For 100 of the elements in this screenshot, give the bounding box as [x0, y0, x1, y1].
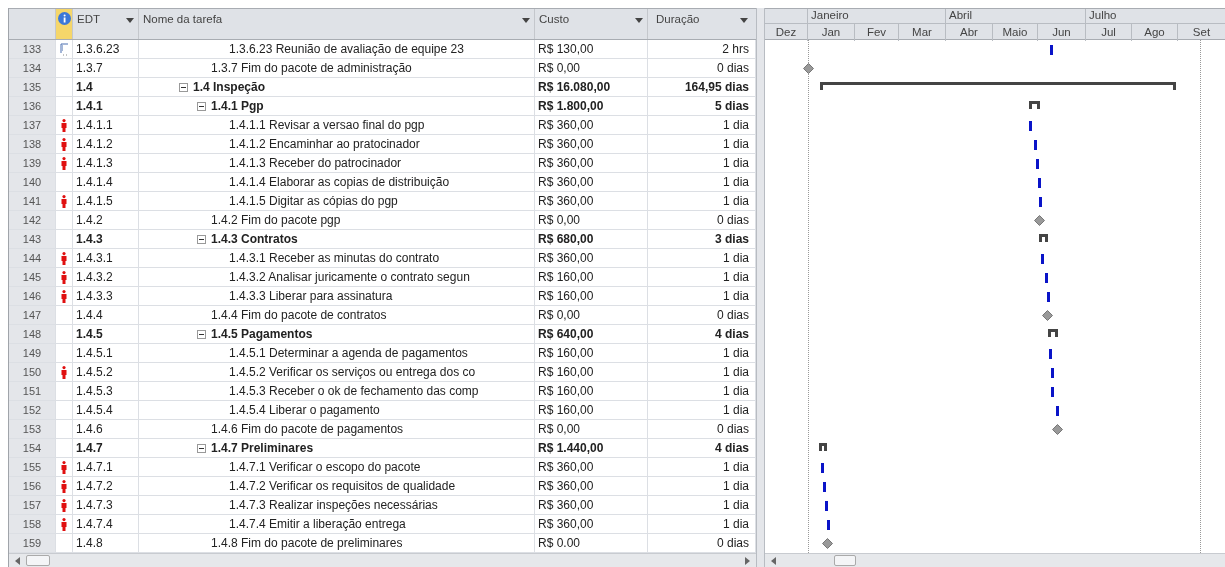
table-cell: R$ 360,00	[535, 192, 648, 211]
info-icon[interactable]	[57, 12, 71, 25]
row-number[interactable]: 148	[9, 325, 56, 344]
row-number[interactable]: 151	[9, 382, 56, 401]
row-number[interactable]: 143	[9, 230, 56, 249]
person-icon	[61, 289, 67, 303]
timescale-label: Abr	[960, 25, 978, 40]
table-cell: R$ 160,00	[535, 344, 648, 363]
table-cell: R$ 130,00	[535, 40, 648, 59]
row-number[interactable]: 159	[9, 534, 56, 553]
task-name: 1.4.7.1 Verificar o escopo do pacote	[229, 459, 421, 476]
horizontal-scrollbar[interactable]	[9, 553, 756, 567]
row-number[interactable]: 139	[9, 154, 56, 173]
row-number[interactable]: 158	[9, 515, 56, 534]
table-cell: R$ 16.080,00	[535, 78, 648, 97]
timescale-label: Julho	[1089, 8, 1117, 24]
table-cell: 1.4.7.4	[73, 515, 139, 534]
column-header[interactable]: Nome da tarefa	[139, 9, 535, 39]
task-name: 1.3.6.23 Reunião de avaliação de equipe 23	[229, 41, 464, 58]
table-cell: R$ 360,00	[535, 515, 648, 534]
task-name: 1.4 Inspeção	[193, 79, 266, 96]
table-cell: R$ 160,00	[535, 401, 648, 420]
table-cell: 1.4.1.4	[73, 173, 139, 192]
person-icon	[61, 194, 67, 208]
row-number[interactable]: 145	[9, 268, 56, 287]
dropdown-caret-icon[interactable]	[126, 18, 134, 23]
table-cell: R$ 160,00	[535, 268, 648, 287]
scroll-thumb[interactable]	[26, 555, 50, 566]
scroll-right-arrow-icon[interactable]	[745, 556, 750, 565]
row-number[interactable]: 150	[9, 363, 56, 382]
person-icon	[61, 156, 67, 170]
row-number[interactable]: 141	[9, 192, 56, 211]
person-icon	[61, 137, 67, 151]
person-icon	[61, 517, 67, 531]
row-number[interactable]: 152	[9, 401, 56, 420]
row-number[interactable]: 147	[9, 306, 56, 325]
timescale-label: Jan	[821, 25, 841, 40]
task-name: 1.4.7.4 Emitir a liberação entrega	[229, 516, 406, 533]
table-cell: 1.4.1.5	[73, 192, 139, 211]
table-cell: R$ 0,00	[535, 420, 648, 439]
minus-icon	[199, 103, 204, 109]
scroll-thumb[interactable]	[834, 555, 856, 566]
row-number[interactable]: 133	[9, 40, 56, 59]
row-number[interactable]: 136	[9, 97, 56, 116]
table-cell: R$ 680,00	[535, 230, 648, 249]
table-cell: R$ 1.800,00	[535, 97, 648, 116]
row-number[interactable]: 138	[9, 135, 56, 154]
row-number[interactable]: 149	[9, 344, 56, 363]
table-cell: R$ 1.440,00	[535, 439, 648, 458]
task-name: 1.4.3.2 Analisar juricamente o contrato segun	[229, 269, 470, 286]
scroll-left-arrow-icon[interactable]	[15, 556, 20, 565]
scroll-left-arrow-icon[interactable]	[771, 556, 776, 565]
table-cell: R$ 360,00	[535, 249, 648, 268]
row-number[interactable]: 156	[9, 477, 56, 496]
collapse-toggle[interactable]	[197, 101, 206, 111]
collapse-toggle[interactable]	[197, 329, 206, 339]
table-cell: 1.4.1.2	[73, 135, 139, 154]
task-name: 1.4.3 Contratos	[211, 231, 298, 248]
minus-icon	[199, 331, 204, 337]
collapse-toggle[interactable]	[197, 443, 206, 453]
dropdown-caret-icon[interactable]	[635, 18, 643, 23]
row-number[interactable]: 142	[9, 211, 56, 230]
table-cell: R$ 160,00	[535, 363, 648, 382]
dropdown-caret-icon[interactable]	[740, 18, 748, 23]
row-number[interactable]: 134	[9, 59, 56, 78]
row-number[interactable]: 135	[9, 78, 56, 97]
row-number[interactable]: 154	[9, 439, 56, 458]
timescale-label: Jun	[1052, 25, 1071, 40]
collapse-toggle[interactable]	[179, 82, 188, 92]
row-number[interactable]: 140	[9, 173, 56, 192]
task-name: 1.4.5.2 Verificar os serviços ou entrega dos co	[229, 364, 476, 381]
task-name: 1.4.8 Fim do pacote de preliminares	[211, 535, 403, 552]
column-header[interactable]: EDT	[73, 9, 139, 39]
dropdown-caret-icon[interactable]	[522, 18, 530, 23]
row-number[interactable]: 146	[9, 287, 56, 306]
row-number[interactable]: 157	[9, 496, 56, 515]
row-number[interactable]: 155	[9, 458, 56, 477]
table-cell: 1.4.2	[73, 211, 139, 230]
column-header[interactable]: Duração	[648, 9, 756, 39]
minus-icon	[199, 445, 204, 451]
task-name: 1.4.2 Fim do pacote pgp	[211, 212, 341, 229]
timescale-label: Janeiro	[811, 8, 849, 24]
collapse-toggle[interactable]	[197, 234, 206, 244]
row-number[interactable]: 144	[9, 249, 56, 268]
row-number[interactable]: 153	[9, 420, 56, 439]
table-cell: 1.4.5	[73, 325, 139, 344]
table-cell: R$ 360,00	[535, 116, 648, 135]
row-number[interactable]: 137	[9, 116, 56, 135]
table-cell: 1.3.7	[73, 59, 139, 78]
table-cell: 1.4	[73, 78, 139, 97]
table-cell: R$ 160,00	[535, 287, 648, 306]
column-header[interactable]: Custo	[535, 9, 648, 39]
table-cell: 1.4.7.2	[73, 477, 139, 496]
table-cell: 1.4.4	[73, 306, 139, 325]
timescale-label: Jul	[1101, 25, 1116, 40]
table-cell: R$ 360,00	[535, 477, 648, 496]
task-name: 1.4.1.1 Revisar a versao final do pgp	[229, 117, 425, 134]
task-name: 1.4.1.3 Receber do patrocinador	[229, 155, 402, 172]
horizontal-scrollbar[interactable]	[765, 553, 1225, 567]
table-cell: 1.4.1	[73, 97, 139, 116]
